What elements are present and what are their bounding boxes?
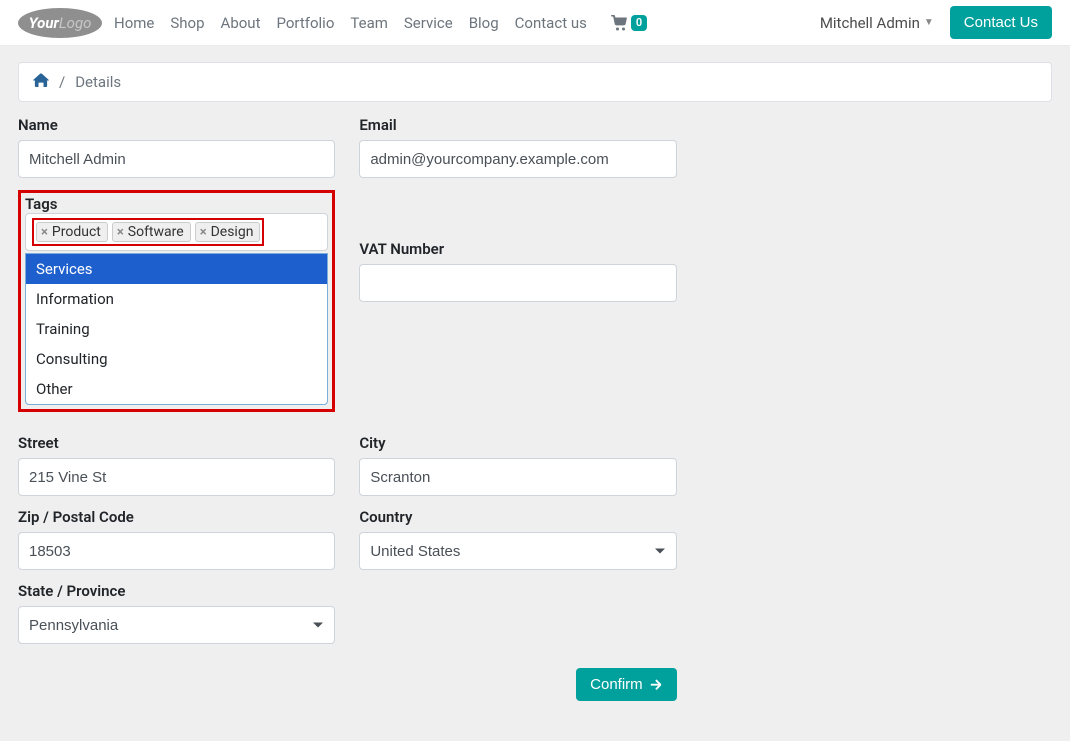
tag-remove-icon[interactable]: ×	[117, 225, 124, 240]
tag-label: Software	[128, 224, 184, 240]
cart-icon	[611, 15, 629, 31]
cart-count-badge: 0	[631, 15, 647, 31]
breadcrumb-separator: /	[59, 73, 65, 91]
country-select[interactable]	[359, 532, 676, 570]
tags-label: Tags	[25, 195, 58, 213]
tag-chip: × Software	[112, 222, 191, 242]
nav-about[interactable]: About	[221, 14, 261, 32]
tag-label: Product	[52, 224, 101, 240]
tag-remove-icon[interactable]: ×	[200, 225, 207, 240]
tags-option[interactable]: Services	[26, 254, 327, 284]
tags-option[interactable]: Information	[26, 284, 327, 314]
street-label: Street	[18, 434, 335, 452]
email-label: Email	[359, 116, 676, 134]
breadcrumb: / Details	[18, 62, 1052, 102]
country-label: Country	[359, 508, 676, 526]
confirm-button[interactable]: Confirm	[576, 668, 677, 701]
tags-dropdown: Services Information Training Consulting…	[25, 253, 328, 405]
vat-label: VAT Number	[359, 240, 676, 258]
contact-us-button[interactable]: Contact Us	[950, 6, 1052, 39]
user-menu-label: Mitchell Admin	[820, 14, 920, 32]
tags-option[interactable]: Training	[26, 314, 327, 344]
nav-contact-us[interactable]: Contact us	[515, 14, 587, 32]
tags-selected-highlight: × Product × Software × Design	[32, 218, 264, 246]
nav-team[interactable]: Team	[350, 14, 388, 32]
breadcrumb-current: Details	[75, 73, 121, 91]
email-input[interactable]	[359, 140, 676, 178]
city-label: City	[359, 434, 676, 452]
street-input[interactable]	[18, 458, 335, 496]
confirm-label: Confirm	[590, 676, 643, 693]
top-nav: YourLogo Home Shop About Portfolio Team …	[0, 0, 1070, 46]
name-label: Name	[18, 116, 335, 134]
tag-chip: × Design	[195, 222, 261, 242]
tag-remove-icon[interactable]: ×	[41, 225, 48, 240]
zip-input[interactable]	[18, 532, 335, 570]
breadcrumb-home[interactable]	[33, 73, 49, 91]
tags-input[interactable]: × Product × Software × Design	[25, 213, 328, 251]
logo[interactable]: YourLogo	[18, 8, 102, 38]
name-input[interactable]	[18, 140, 335, 178]
tags-field-highlight: Tags × Product × Software × Design Services…	[18, 190, 335, 412]
user-menu[interactable]: Mitchell Admin ▼	[820, 14, 934, 32]
nav-service[interactable]: Service	[404, 14, 453, 32]
nav-links: Home Shop About Portfolio Team Service B…	[114, 14, 587, 32]
arrow-right-icon	[649, 679, 663, 691]
tags-option[interactable]: Other	[26, 374, 327, 404]
state-label: State / Province	[18, 582, 335, 600]
nav-portfolio[interactable]: Portfolio	[276, 14, 334, 32]
city-input[interactable]	[359, 458, 676, 496]
vat-input[interactable]	[359, 264, 676, 302]
caret-down-icon: ▼	[924, 17, 934, 28]
home-icon	[33, 73, 49, 87]
nav-blog[interactable]: Blog	[469, 14, 499, 32]
nav-shop[interactable]: Shop	[170, 14, 204, 32]
tag-label: Design	[211, 224, 254, 240]
cart-button[interactable]: 0	[611, 15, 647, 31]
zip-label: Zip / Postal Code	[18, 508, 335, 526]
state-select[interactable]	[18, 606, 335, 644]
page-content: / Details Name Email Tags × Product × Soft…	[0, 46, 1070, 741]
nav-home[interactable]: Home	[114, 14, 154, 32]
tags-option[interactable]: Consulting	[26, 344, 327, 374]
tag-chip: × Product	[36, 222, 108, 242]
